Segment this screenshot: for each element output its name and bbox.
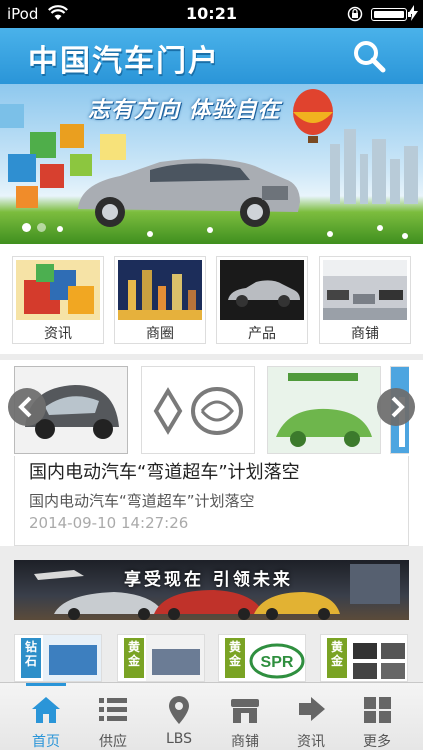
chevron-left-icon[interactable]	[8, 388, 46, 426]
rotation-lock-icon	[347, 6, 363, 22]
showroom-image	[323, 260, 407, 320]
tab-label: 资讯	[297, 734, 325, 750]
category-label: 资讯	[44, 326, 72, 342]
app-title: 中国汽车门户	[28, 44, 220, 79]
grid-icon	[364, 697, 391, 723]
brand-card-diamond[interactable]: 钻石	[14, 634, 102, 682]
city-night-image	[118, 260, 202, 320]
spr-logo-image: SPR	[247, 635, 305, 681]
news-timestamp: 2014-09-10 14:27:26	[29, 514, 189, 532]
ad-banner[interactable]: 享受现在 引领未来	[14, 560, 409, 620]
category-label: 商铺	[351, 326, 379, 342]
tab-label: LBS	[165, 731, 193, 747]
tab-lbs[interactable]: LBS	[146, 683, 212, 750]
brand-thumbnail	[146, 635, 204, 681]
location-pin-icon	[169, 696, 189, 724]
green-concept-image	[268, 367, 380, 453]
news-thumbnail[interactable]	[141, 366, 255, 454]
search-icon[interactable]	[350, 37, 388, 75]
chevron-right-icon[interactable]	[377, 388, 415, 426]
status-bar: iPod 10:21	[0, 0, 423, 28]
category-business-district[interactable]: 商圈	[114, 256, 206, 344]
category-label: 产品	[248, 326, 276, 342]
tab-label: 商铺	[231, 734, 259, 750]
category-news[interactable]: 资讯	[12, 256, 104, 344]
news-carousel: 国内电动汽车“弯道超车”计划落空 国内电动汽车“弯道超车”计划落空 2014-0…	[0, 360, 423, 546]
battery-icon	[371, 8, 411, 21]
category-label: 商圈	[146, 326, 174, 342]
renault-dongfeng-logo-image	[142, 367, 254, 453]
brand-card-gold[interactable]: 黄金	[320, 634, 408, 682]
app-header: 中国汽车门户	[0, 28, 423, 84]
brand-thumbnail	[43, 635, 101, 681]
charging-bolt-icon	[408, 5, 418, 21]
banner-dot-active[interactable]	[22, 223, 31, 232]
bottom-tab-bar: 首页 供应 LBS 商铺 资讯 更多	[0, 682, 423, 750]
membership-tag: 黄金	[225, 638, 245, 678]
news-thumbnails	[14, 366, 409, 454]
membership-tag: 钻石	[21, 638, 41, 678]
news-thumbnail[interactable]	[267, 366, 381, 454]
news-title[interactable]: 国内电动汽车“弯道超车”计划落空	[29, 458, 300, 484]
svg-text:SPR: SPR	[261, 654, 294, 671]
news-card[interactable]: 国内电动汽车“弯道超车”计划落空 国内电动汽车“弯道超车”计划落空 2014-0…	[14, 456, 409, 546]
news-category-image	[16, 260, 100, 320]
ad-slogan: 享受现在 引领未来	[124, 570, 293, 590]
tab-home[interactable]: 首页	[13, 683, 79, 750]
brand-grid: 钻石 黄金 黄金 SPR 黄金	[0, 630, 423, 682]
brand-card-gold[interactable]: 黄金	[117, 634, 205, 682]
tab-supply[interactable]: 供应	[80, 683, 146, 750]
membership-tag: 黄金	[124, 638, 144, 678]
tab-news[interactable]: 资讯	[278, 683, 344, 750]
tab-more[interactable]: 更多	[344, 683, 410, 750]
car-product-image	[220, 260, 304, 320]
tab-label: 首页	[32, 734, 60, 750]
brand-thumbnail	[349, 635, 407, 681]
list-icon	[99, 698, 127, 721]
tab-stores[interactable]: 商铺	[212, 683, 278, 750]
brand-card-gold[interactable]: 黄金 SPR	[218, 634, 306, 682]
news-summary: 国内电动汽车“弯道超车”计划落空	[29, 492, 255, 510]
banner-dot[interactable]	[37, 223, 46, 232]
category-grid: 资讯 商圈 产品 商铺	[0, 244, 423, 354]
tab-label: 供应	[99, 734, 127, 750]
news-icon	[299, 697, 325, 721]
category-products[interactable]: 产品	[216, 256, 308, 344]
membership-tag: 黄金	[327, 638, 347, 678]
store-icon	[231, 699, 259, 723]
category-stores[interactable]: 商铺	[319, 256, 411, 344]
promo-banner[interactable]: 志有方向 体验自在	[0, 84, 423, 244]
banner-pagination	[22, 223, 46, 232]
banner-slogan: 志有方向 体验自在	[88, 98, 281, 123]
tab-label: 更多	[363, 734, 391, 750]
home-icon	[32, 697, 60, 723]
